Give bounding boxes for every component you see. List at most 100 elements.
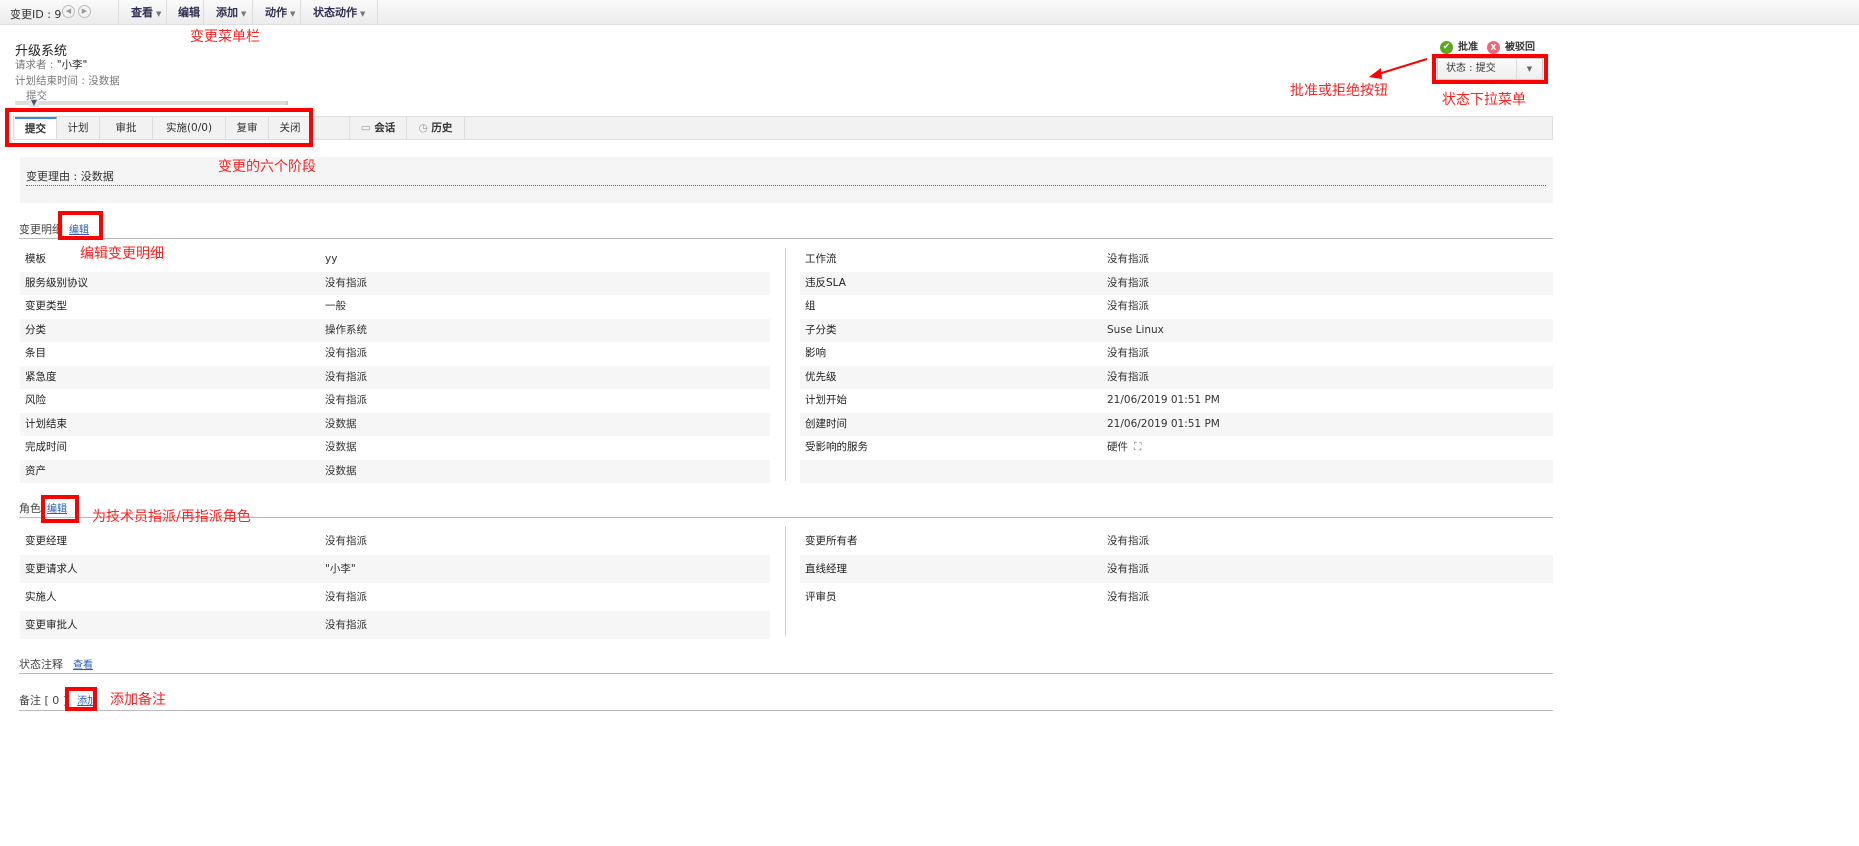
table-row: 变更类型 一般 (20, 295, 770, 319)
view-status-notes-link[interactable]: 查看 (73, 660, 93, 671)
field-value: "小李" (325, 563, 356, 575)
clock-icon: ◷ (418, 122, 432, 134)
field-label: 变更请求人 (25, 563, 78, 575)
annotation-menubar: 变更菜单栏 (190, 29, 260, 45)
field-value: 没有指派 (1107, 591, 1149, 603)
menu-add[interactable]: 添加 ▼ (203, 0, 258, 25)
field-label: 完成时间 (25, 441, 67, 453)
field-label: 条目 (25, 347, 46, 359)
tab-history[interactable]: ◷ 历史 (407, 117, 465, 139)
divider (26, 185, 1546, 186)
field-label: 受影响的服务 (805, 441, 868, 453)
table-row: 违反SLA 没有指派 (800, 271, 1553, 295)
requester-value: "小李" (56, 59, 88, 71)
annotation-edit-details: 编辑变更明细 (80, 246, 164, 262)
field-label: 计划开始 (805, 394, 847, 406)
close-icon: X (1487, 40, 1500, 54)
change-menubar: 变更ID : 9 ◀ ▶ 查看 ▼ 编辑 添加 ▼ 动作 ▼ 状态动作 ▼ (0, 0, 1859, 25)
chevron-down-icon: ▼ (241, 10, 247, 18)
field-value: 没有指派 (1107, 535, 1149, 547)
chevron-down-icon: ▼ (360, 10, 366, 18)
section-title: 状态注释 (19, 658, 63, 671)
annotation-approve-reject: 批准或拒绝按钮 (1290, 83, 1388, 99)
field-label: 创建时间 (805, 417, 847, 430)
annotation-add-note: 添加备注 (110, 692, 166, 708)
table-row: 评审员 没有指派 (800, 583, 1553, 611)
field-value: 没有指派 (1107, 563, 1149, 575)
field-label: 变更审批人 (25, 619, 78, 631)
field-value: 一般 (325, 300, 346, 312)
table-row: 变更审批人 没有指派 (20, 611, 770, 639)
annotation-assign-roles: 为技术员指派/再指派角色 (92, 509, 251, 525)
chevron-down-icon: ▼ (1516, 59, 1542, 79)
field-value: 21/06/2019 01:51 PM (1107, 394, 1220, 406)
field-label: 子分类 (805, 323, 837, 336)
field-label: 组 (805, 300, 816, 312)
field-label: 计划结束 (25, 417, 67, 430)
field-value: 没有指派 (325, 276, 367, 289)
field-value: 没有指派 (1107, 300, 1149, 312)
highlight-box (41, 495, 79, 523)
field-value: 硬件 (1107, 441, 1128, 453)
field-value: 没有指派 (325, 619, 367, 631)
field-label: 模板 (25, 253, 46, 265)
highlight-box (58, 211, 103, 240)
divider (785, 248, 786, 481)
table-row: 资产 没数据 (20, 459, 770, 483)
menu-label: 动作 (265, 6, 287, 19)
next-icon[interactable]: ▶ (78, 5, 91, 18)
status-dropdown[interactable]: 状态 : 提交 ▼ (1437, 58, 1543, 80)
table-row: 风险 没有指派 (20, 389, 770, 413)
highlight-box (65, 687, 97, 711)
table-row (800, 459, 1553, 483)
approve-label: 批准 (1458, 42, 1478, 53)
table-row: 紧急度 没有指派 (20, 365, 770, 389)
tab-label: 会话 (374, 122, 396, 134)
check-icon: ✔ (1440, 40, 1453, 54)
field-value: 没数据 (325, 441, 357, 453)
field-value: 没有指派 (325, 535, 367, 547)
section-title: 备注 [ 0 ] (19, 694, 68, 707)
reason-text: 变更理由 : 没数据 (26, 170, 114, 183)
menu-status-actions[interactable]: 状态动作 ▼ (300, 0, 379, 25)
field-label: 变更类型 (25, 300, 67, 312)
reject-button[interactable]: X 被驳回 (1487, 38, 1535, 54)
approve-button[interactable]: ✔ 批准 (1440, 38, 1478, 54)
divider (19, 238, 1553, 239)
divider (19, 710, 1553, 711)
section-title: 变更明细 (19, 223, 63, 236)
field-label: 影响 (805, 347, 826, 359)
field-value: 没有指派 (1107, 370, 1149, 383)
chat-icon: ▭ (360, 122, 375, 134)
field-label: 工作流 (805, 253, 837, 265)
field-value: yy (325, 253, 338, 265)
field-value: 没有指派 (325, 394, 367, 406)
previous-icon[interactable]: ◀ (62, 5, 75, 18)
field-label: 分类 (25, 323, 46, 336)
requester: 请求者 : "小李" (15, 57, 87, 72)
menu-label: 查看 (131, 6, 153, 19)
table-row: 计划结束 没数据 (20, 412, 770, 436)
table-row: 实施人 没有指派 (20, 583, 770, 611)
menu-label: 编辑 (178, 6, 200, 19)
field-value: 没有指派 (325, 591, 367, 603)
field-label: 紧急度 (25, 370, 57, 383)
field-value: 没数据 (325, 417, 357, 430)
annotation-stages: 变更的六个阶段 (218, 159, 316, 175)
divider (785, 526, 786, 636)
service-tree-icon[interactable]: ⛶ (1134, 436, 1141, 460)
table-row: 创建时间 21/06/2019 01:51 PM (800, 412, 1553, 436)
field-value: 没有指派 (325, 347, 367, 359)
field-label: 评审员 (805, 591, 837, 603)
field-value: 没有指派 (1107, 253, 1149, 265)
menu-label: 添加 (216, 6, 238, 19)
field-label: 违反SLA (805, 276, 846, 289)
tab-conversation[interactable]: ▭ 会话 (349, 117, 407, 139)
field-label: 优先级 (805, 370, 837, 383)
stage-marker-icon: ▼ (29, 98, 39, 107)
change-id: 变更ID : 9 (10, 8, 62, 21)
table-row: 分类 操作系统 (20, 318, 770, 342)
section-title: 角色 (19, 502, 41, 515)
table-row: 工作流 没有指派 (800, 248, 1553, 272)
menu-label: 状态动作 (313, 6, 357, 19)
